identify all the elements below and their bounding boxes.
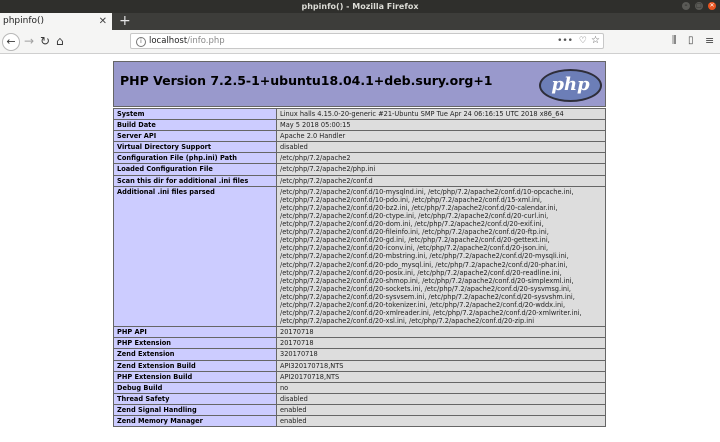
row-label: Scan this dir for additional .ini files xyxy=(113,174,277,187)
row-value: disabled xyxy=(276,392,606,405)
row-label: Zend Extension Build xyxy=(113,359,277,372)
tab-close-icon[interactable]: ✕ xyxy=(99,13,107,30)
table-row: Loaded Configuration File/etc/php/7.2/ap… xyxy=(113,163,606,176)
row-label: Server API xyxy=(113,130,277,143)
table-row: Zend Signal Handling enabled xyxy=(113,403,606,417)
table-row: Server API Apache 2.0 Handler xyxy=(113,130,606,143)
table-row: Scan this dir for additional .ini files /… xyxy=(113,174,606,187)
hamburger-menu-icon[interactable]: ≡ xyxy=(705,34,714,47)
navigation-toolbar: ← → ↻ ⌂ i localhost/info.php ••• ♡ ☆ ⫼ ▯… xyxy=(0,30,720,54)
page-content: PHP Version 7.2.5-1+ubuntu18.04.1+deb.su… xyxy=(0,54,720,442)
row-label: Configuration File (php.ini) Path xyxy=(113,152,277,165)
window-controls: – □ ✕ xyxy=(682,2,716,10)
row-value: 320170718 xyxy=(276,348,606,361)
table-row: Zend Memory Manager enabled xyxy=(113,414,606,428)
row-value: /etc/php/7.2/apache2/conf.d/10-mysqlnd.i… xyxy=(276,185,606,328)
row-label: Zend Signal Handling xyxy=(113,403,277,417)
row-value: Apache 2.0 Handler xyxy=(276,130,606,143)
reload-icon[interactable]: ↻ xyxy=(40,33,50,49)
window-title: phpinfo() - Mozilla Firefox xyxy=(301,2,419,11)
row-label: PHP API xyxy=(113,326,277,339)
table-row: Zend Extension Build API320170718,NTS xyxy=(113,359,606,372)
row-label: Virtual Directory Support xyxy=(113,141,277,154)
sidebar-icon[interactable]: ▯ xyxy=(688,35,694,46)
table-row: PHP Extension 20170718 xyxy=(113,337,606,350)
row-value: 20170718 xyxy=(276,337,606,350)
php-version-title: PHP Version 7.2.5-1+ubuntu18.04.1+deb.su… xyxy=(120,73,493,88)
window-titlebar: phpinfo() - Mozilla Firefox – □ ✕ xyxy=(0,0,720,13)
minimize-icon[interactable]: – xyxy=(682,2,690,10)
row-label: Thread Safety xyxy=(113,392,277,405)
page-actions-icon[interactable]: ••• xyxy=(557,34,573,48)
tab-title: phpinfo() xyxy=(3,16,45,26)
table-row: System Linux halls 4.15.0-20-generic #21-… xyxy=(113,107,606,121)
url-text[interactable]: localhost/info.php xyxy=(149,34,225,48)
row-value: disabled xyxy=(276,141,606,154)
row-value: API320170718,NTS xyxy=(276,359,606,372)
table-row: Additional .ini files parsed/etc/php/7.2… xyxy=(113,185,606,328)
url-host: localhost xyxy=(149,36,188,46)
row-value: /etc/php/7.2/apache2/php.ini xyxy=(276,163,606,176)
table-row: Build Date May 5 2018 05:00:15 xyxy=(113,119,606,132)
row-label: Additional .ini files parsed xyxy=(113,185,277,328)
table-row: PHP API 20170718 xyxy=(113,326,606,339)
row-value: /etc/php/7.2/apache2 xyxy=(276,152,606,165)
php-version-header: PHP Version 7.2.5-1+ubuntu18.04.1+deb.su… xyxy=(113,61,606,107)
row-value: 20170718 xyxy=(276,326,606,339)
row-label: PHP Extension xyxy=(113,337,277,350)
site-info-icon[interactable]: i xyxy=(136,37,146,47)
tab-phpinfo[interactable]: phpinfo() ✕ xyxy=(0,13,112,30)
table-row: Zend Extension 320170718 xyxy=(113,348,606,361)
php-info-table: System Linux halls 4.15.0-20-generic #21-… xyxy=(113,107,606,428)
table-row: PHP Extension Build API20170718,NTS xyxy=(113,370,606,383)
back-icon[interactable]: ← xyxy=(2,33,20,51)
table-row: Thread Safety disabled xyxy=(113,392,606,405)
bookmark-star-icon[interactable]: ☆ xyxy=(591,34,600,48)
close-window-icon[interactable]: ✕ xyxy=(708,2,716,10)
row-value: /etc/php/7.2/apache2/conf.d xyxy=(276,174,606,187)
table-row: Configuration File (php.ini) Path/etc/ph… xyxy=(113,152,606,165)
row-label: Zend Memory Manager xyxy=(113,414,277,428)
info-table-body: System Linux halls 4.15.0-20-generic #21-… xyxy=(113,107,606,428)
php-logo[interactable]: php xyxy=(539,69,602,102)
row-label: Zend Extension xyxy=(113,348,277,361)
row-value: May 5 2018 05:00:15 xyxy=(276,119,606,132)
row-label: Loaded Configuration File xyxy=(113,163,277,176)
new-tab-icon[interactable]: + xyxy=(119,13,131,29)
maximize-icon[interactable]: □ xyxy=(695,2,703,10)
home-icon[interactable]: ⌂ xyxy=(56,33,64,49)
url-path: /info.php xyxy=(187,36,225,46)
row-label: Debug Build xyxy=(113,381,277,394)
row-value: API20170718,NTS xyxy=(276,370,606,383)
row-value: Linux halls 4.15.0-20-generic #21-Ubuntu… xyxy=(276,107,606,121)
row-value: enabled xyxy=(276,414,606,428)
row-value: enabled xyxy=(276,403,606,417)
pocket-icon[interactable]: ♡ xyxy=(579,34,587,48)
library-icon[interactable]: ⫼ xyxy=(672,35,677,46)
row-label: System xyxy=(113,107,277,121)
table-row: Virtual Directory Support disabled xyxy=(113,141,606,154)
forward-icon[interactable]: → xyxy=(24,33,34,49)
url-bar[interactable]: i localhost/info.php ••• ♡ ☆ xyxy=(130,33,604,49)
table-row: Debug Build no xyxy=(113,381,606,394)
row-label: PHP Extension Build xyxy=(113,370,277,383)
row-value: no xyxy=(276,381,606,394)
tab-strip: phpinfo() ✕ + xyxy=(0,13,720,30)
row-label: Build Date xyxy=(113,119,277,132)
